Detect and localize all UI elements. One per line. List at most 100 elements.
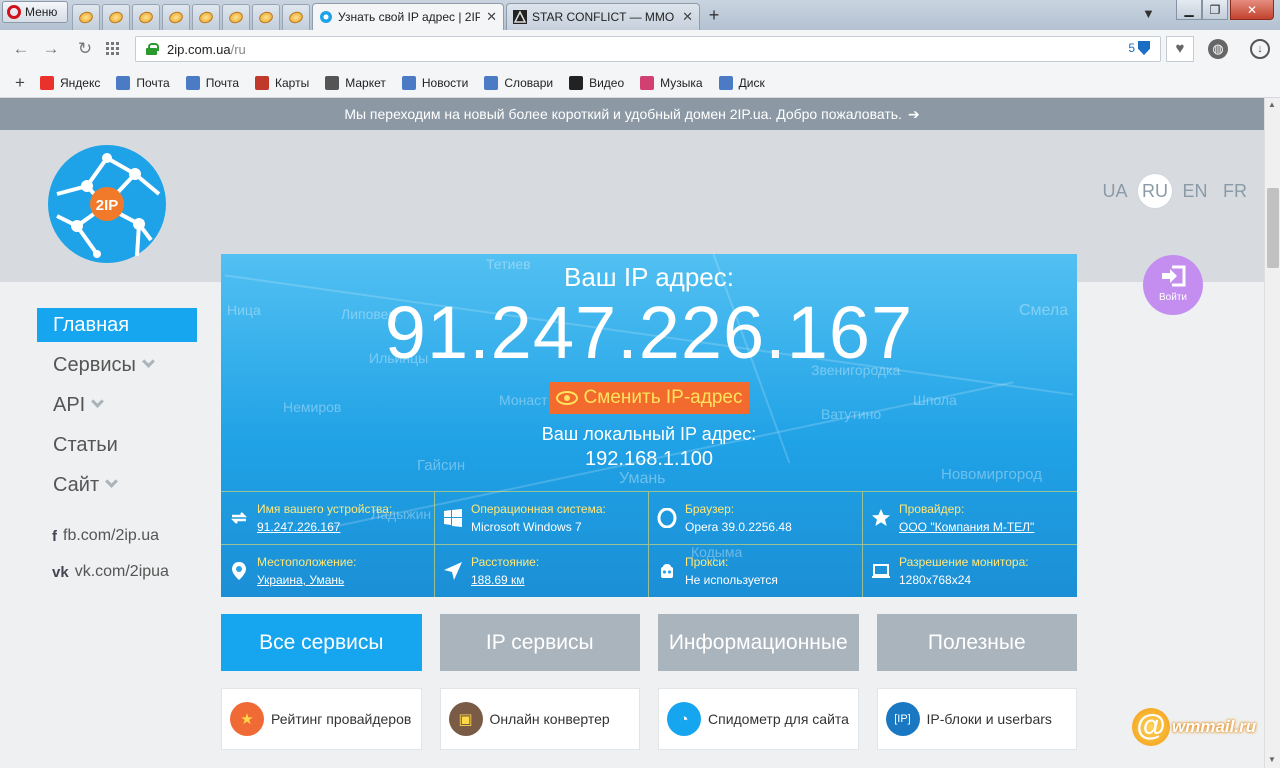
arrow-right-icon: ➔ — [907, 105, 920, 122]
nav-label: Главная — [53, 314, 130, 336]
map-label: Монаст — [499, 392, 548, 408]
tab-title: STAR CONFLICT — MMO — [532, 10, 675, 24]
add-bookmark-button[interactable]: + — [0, 73, 40, 93]
bookmark-video[interactable]: Видео — [569, 75, 625, 90]
adblock-counter[interactable]: 5 — [1128, 41, 1150, 55]
service-ip-blocks[interactable]: [IP] IP-блоки и userbars — [876, 688, 1077, 750]
nav-label: API — [53, 394, 86, 416]
nav-item-services[interactable]: Сервисы — [37, 348, 197, 382]
pinned-tab[interactable] — [132, 4, 160, 30]
domain-banner[interactable]: Мы переходим на новый более короткий и у… — [0, 98, 1264, 130]
disk-icon — [718, 75, 733, 90]
change-ip-button[interactable]: Сменить IP-адрес — [549, 382, 749, 414]
social-vk-link[interactable]: vk vk.com/2ipua — [52, 563, 169, 581]
reload-icon[interactable]: ↻ — [74, 38, 96, 60]
bookmark-dictionaries[interactable]: Словари — [484, 75, 553, 90]
bookmark-news[interactable]: Новости — [401, 75, 469, 90]
adblock-count: 5 — [1128, 41, 1135, 55]
bookmark-music[interactable]: Музыка — [640, 75, 703, 90]
bookmark-disk[interactable]: Диск — [718, 75, 765, 90]
nav-item-home[interactable]: Главная — [37, 308, 197, 342]
ip-block-icon: [IP] — [885, 702, 920, 736]
back-arrow-icon[interactable]: ← — [10, 38, 32, 60]
opera-menu-button[interactable]: Меню — [2, 1, 68, 23]
service-site-speedometer[interactable]: ◔ Спидометр для сайта — [658, 688, 859, 750]
windows-icon — [444, 509, 462, 527]
info-value-link[interactable]: 188.69 км — [471, 573, 539, 587]
scroll-up-arrow-icon[interactable]: ▲ — [1268, 100, 1276, 109]
window-minimize-button[interactable]: ▁ — [1176, 0, 1202, 20]
new-tab-button[interactable]: + — [704, 5, 724, 25]
info-os: Операционная система: Microsoft Windows 7 — [435, 491, 649, 544]
bookmark-market[interactable]: Маркет — [325, 75, 386, 90]
info-value-link[interactable]: Украина, Умань — [257, 573, 356, 587]
service-label: Рейтинг провайдеров — [271, 711, 412, 727]
service-label: IP-блоки и userbars — [926, 711, 1052, 727]
url-field[interactable]: 2ip.com.ua/ru 5 — [135, 36, 1161, 62]
vpn-globe-icon[interactable]: ◍ — [1208, 39, 1228, 59]
opera-logo-icon — [7, 5, 21, 19]
bookmark-yandex[interactable]: Яндекс — [40, 75, 100, 90]
bookmark-label: Видео — [589, 75, 625, 90]
download-icon[interactable]: ↓ — [1250, 39, 1270, 59]
nav-item-site[interactable]: Сайт — [37, 468, 197, 502]
lang-ua[interactable]: UA — [1098, 176, 1132, 206]
shield-icon — [1138, 41, 1150, 55]
window-close-button[interactable]: ✕ — [1230, 0, 1274, 20]
service-provider-rating[interactable]: ★ Рейтинг провайдеров — [221, 688, 422, 750]
tab-close-icon[interactable]: ✕ — [682, 9, 693, 25]
service-online-converter[interactable]: ▣ Онлайн конвертер — [439, 688, 640, 750]
window-restore-button[interactable]: ❐ — [1202, 0, 1228, 20]
nav-item-articles[interactable]: Статьи — [37, 428, 197, 462]
forward-arrow-icon[interactable]: → — [40, 38, 62, 60]
info-distance: Расстояние: 188.69 км — [435, 544, 649, 597]
tab-star-conflict[interactable]: STAR CONFLICT — MMO ✕ — [506, 3, 700, 30]
bookmark-maps[interactable]: Карты — [255, 75, 309, 90]
wmmail-watermark: @ wmmail.ru — [1132, 708, 1256, 746]
login-button[interactable]: Войти — [1143, 255, 1203, 315]
bookmark-mail-2[interactable]: Почта — [185, 75, 239, 90]
public-ip-value: 91.247.226.167 — [384, 291, 914, 374]
market-cart-icon — [325, 75, 340, 90]
lang-fr[interactable]: FR — [1218, 176, 1252, 206]
pinned-tab[interactable] — [282, 4, 310, 30]
info-provider: Провайдер: ООО "Компания М-ТЕЛ" — [863, 491, 1077, 544]
speed-dial-grid-icon[interactable] — [106, 42, 120, 56]
bookmark-mail[interactable]: Почта — [116, 75, 170, 90]
lang-ru[interactable]: RU — [1138, 174, 1172, 208]
pinned-tab[interactable] — [222, 4, 250, 30]
tab-2ip[interactable]: Узнать свой IP адрес | 2IP ✕ — [312, 3, 504, 30]
info-value-link[interactable]: ООО "Компания М-ТЕЛ" — [899, 520, 1034, 534]
video-play-icon — [569, 75, 584, 90]
bookmark-label: Новости — [421, 75, 469, 90]
tab-informational[interactable]: Информационные — [658, 614, 859, 671]
pinned-tab-icon — [227, 9, 245, 26]
social-facebook-link[interactable]: f fb.com/2ip.ua — [52, 527, 159, 545]
2ip-logo[interactable]: 2IP — [47, 144, 167, 264]
pinned-tab[interactable] — [162, 4, 190, 30]
bookmark-heart-icon[interactable]: ♥ — [1166, 36, 1194, 62]
nav-item-api[interactable]: API — [37, 388, 197, 422]
info-label: Браузер: — [685, 502, 735, 516]
service-category-tabs: Все сервисы IP сервисы Информационные По… — [221, 614, 1077, 671]
tab-close-icon[interactable]: ✕ — [486, 9, 497, 25]
tab-ip-services[interactable]: IP сервисы — [439, 614, 640, 671]
pinned-tab[interactable] — [252, 4, 280, 30]
pinned-tab-icon — [137, 9, 155, 26]
info-label: Разрешение монитора: — [899, 555, 1029, 569]
scroll-thumb[interactable] — [1267, 188, 1279, 268]
lang-en[interactable]: EN — [1178, 176, 1212, 206]
tab-useful[interactable]: Полезные — [876, 614, 1077, 671]
pinned-tab[interactable] — [72, 4, 100, 30]
info-label: Расстояние: — [471, 555, 540, 569]
page-scrollbar[interactable]: ▲ ▼ — [1264, 98, 1280, 768]
tab-menu-icon[interactable]: ▼ — [1142, 6, 1155, 21]
info-value-link[interactable]: 91.247.226.167 — [257, 520, 392, 534]
pinned-tab[interactable] — [192, 4, 220, 30]
secure-lock-icon — [146, 43, 159, 55]
tab-all-services[interactable]: Все сервисы — [221, 614, 422, 671]
pinned-tab-icon — [167, 9, 185, 26]
scroll-down-arrow-icon[interactable]: ▼ — [1268, 755, 1276, 764]
pinned-tab[interactable] — [102, 4, 130, 30]
pinned-tab-icon — [257, 9, 275, 26]
